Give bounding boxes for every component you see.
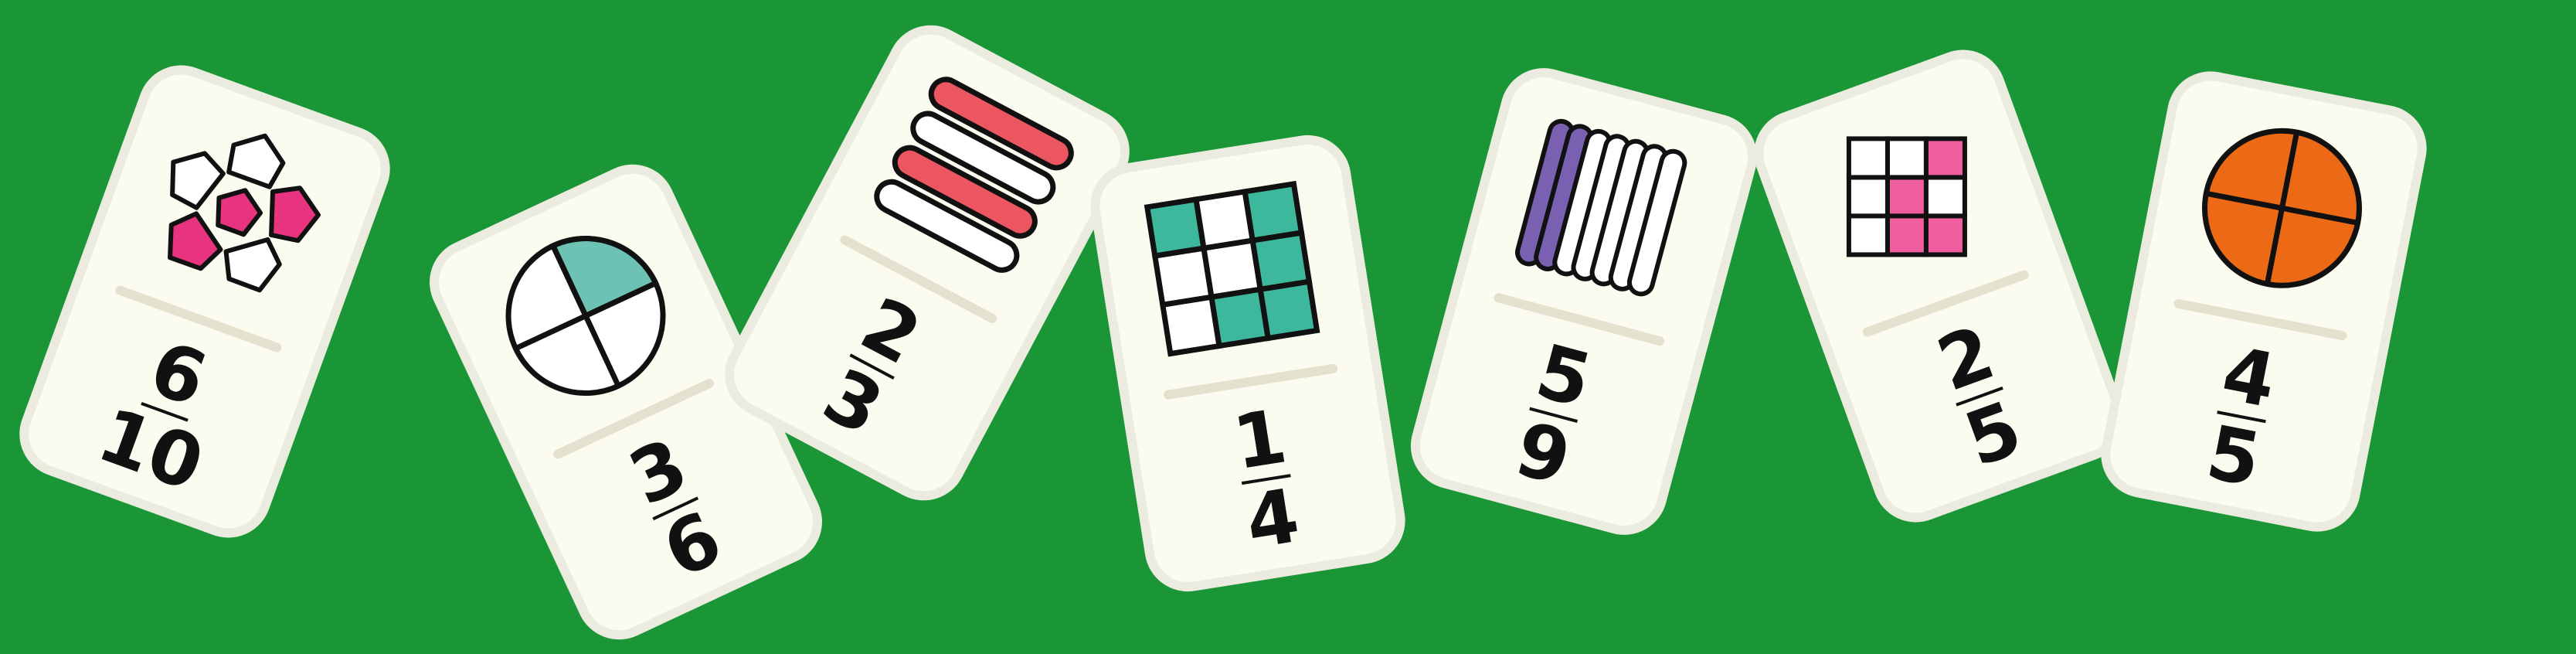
domino-six-tenths: 6 10: [7, 53, 403, 550]
domino-two-fifths: 2 5: [1742, 37, 2137, 535]
pill-columns-icon: [1515, 118, 1687, 297]
numerator: 5: [1528, 327, 1600, 425]
orange-circle-icon: [2201, 128, 2362, 288]
denominator: 4: [1240, 472, 1305, 567]
denominator: 5: [1954, 384, 2033, 484]
denominator: 9: [1507, 405, 1579, 502]
denominator: 6: [651, 495, 735, 595]
fraction: 1 4: [1131, 369, 1402, 590]
domino-one-quarter: 1 4: [1084, 128, 1412, 598]
denominator: 3: [810, 351, 897, 453]
square-grid-icon: [1144, 180, 1320, 357]
domino-five-ninths: 5 9: [1401, 58, 1767, 545]
numerator: 1: [1227, 393, 1293, 487]
domino-four-fifths: 4 5: [2093, 63, 2435, 540]
denominator: 10: [87, 391, 215, 509]
numerator: 4: [2215, 329, 2283, 425]
denominator: 5: [2200, 408, 2268, 504]
domino-picture: [1095, 140, 1371, 400]
